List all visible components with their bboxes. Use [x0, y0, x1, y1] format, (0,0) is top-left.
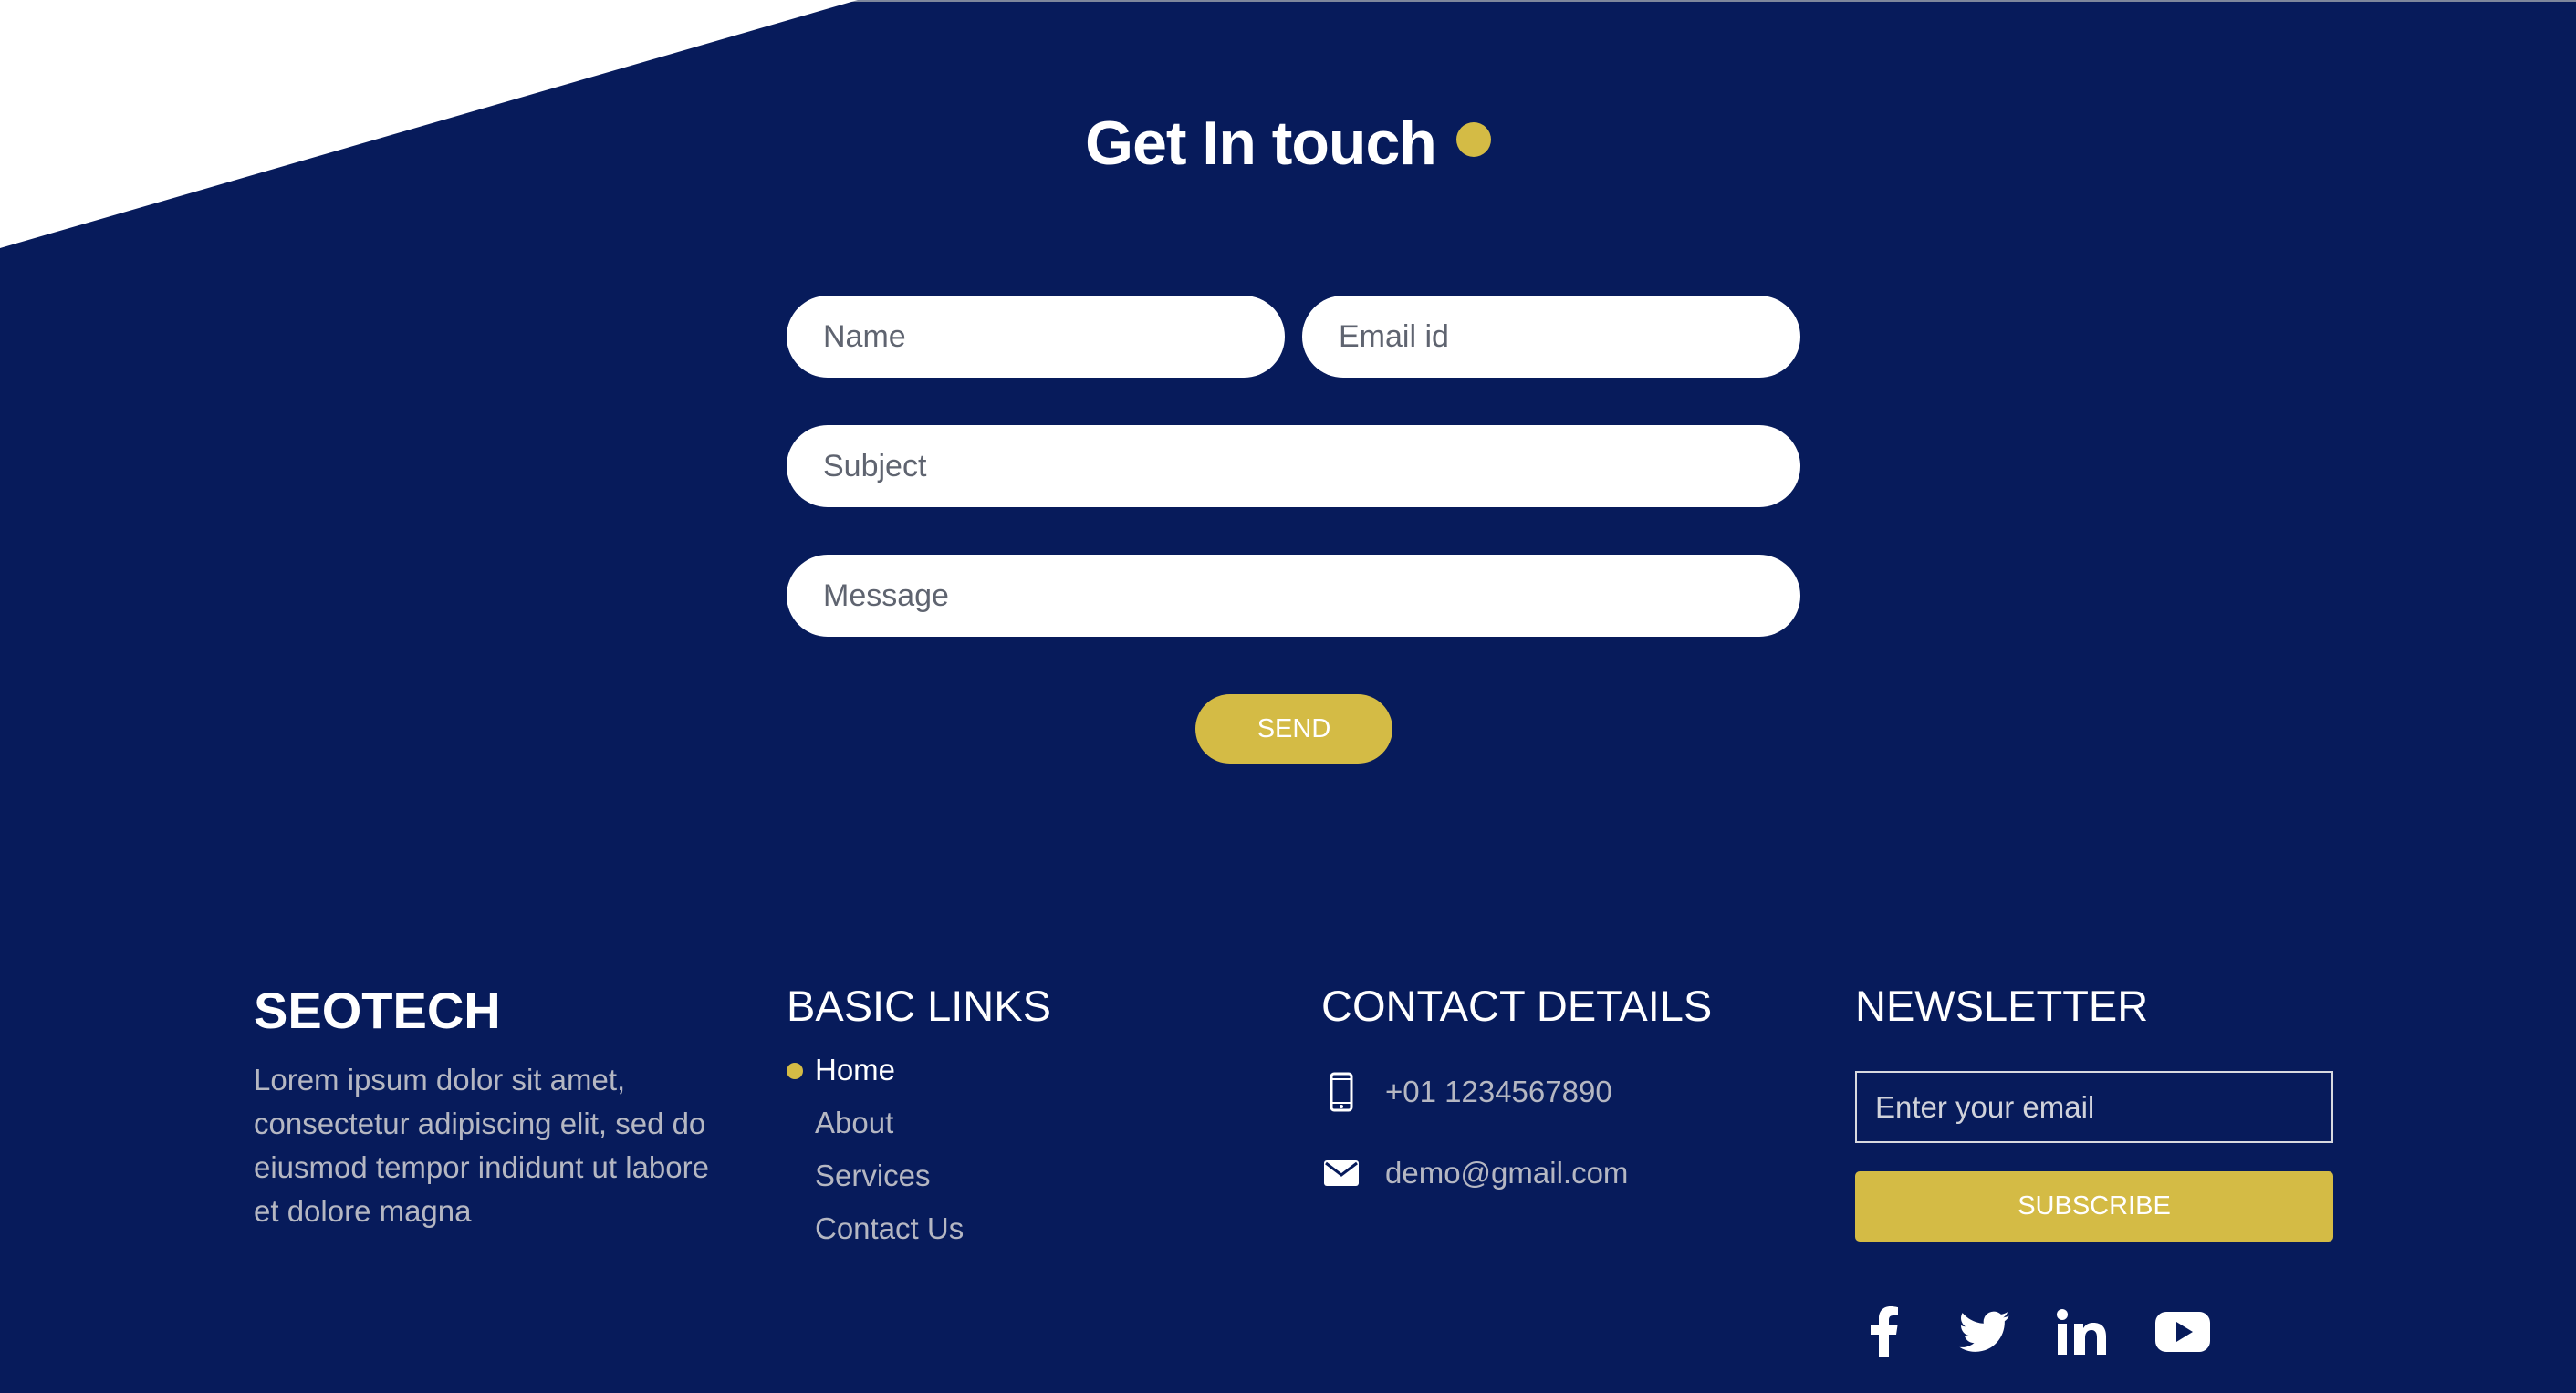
footer-about-text: Lorem ipsum dolor sit amet, consectetur … — [254, 1063, 709, 1228]
youtube-icon[interactable] — [2151, 1300, 2215, 1364]
contact-email-text: demo@gmail.com — [1385, 1156, 1629, 1190]
mobile-phone-icon — [1321, 1072, 1361, 1112]
basic-links-heading: BASIC LINKS — [787, 982, 1051, 1030]
name-input[interactable] — [787, 296, 1285, 378]
basic-links-list: Home About Services Contact Us — [787, 1049, 964, 1261]
footer-brand-logo: SEOTECH — [254, 982, 501, 1039]
footer-link-about[interactable]: About — [787, 1102, 964, 1155]
message-input[interactable] — [787, 555, 1800, 637]
envelope-icon — [1321, 1160, 1361, 1186]
newsletter-email-input[interactable] — [1855, 1071, 2333, 1143]
contact-section-heading: Get In touch — [0, 108, 2576, 179]
page-title: Get In touch — [1085, 109, 1437, 178]
footer-link-contact-us[interactable]: Contact Us — [787, 1208, 964, 1261]
twitter-icon[interactable] — [1953, 1300, 2017, 1364]
newsletter-heading: NEWSLETTER — [1855, 982, 2149, 1030]
email-input[interactable] — [1302, 296, 1800, 378]
linkedin-icon[interactable] — [2050, 1300, 2114, 1364]
contact-email[interactable]: demo@gmail.com — [1321, 1150, 1628, 1196]
contact-phone-text: +01 1234567890 — [1385, 1075, 1612, 1108]
title-accent-dot — [1455, 122, 1491, 157]
footer-link-home[interactable]: Home — [787, 1049, 964, 1102]
subscribe-button[interactable]: SUBSCRIBE — [1855, 1171, 2333, 1242]
contact-details-heading: CONTACT DETAILS — [1321, 982, 1713, 1030]
subject-input[interactable] — [787, 425, 1800, 507]
send-button[interactable]: SEND — [1195, 694, 1392, 764]
contact-phone: +01 1234567890 — [1321, 1069, 1612, 1115]
active-link-bullet — [787, 1063, 803, 1079]
footer-link-label: Contact Us — [815, 1211, 965, 1245]
footer-link-services[interactable]: Services — [787, 1155, 964, 1208]
facebook-icon[interactable] — [1852, 1300, 1916, 1364]
footer-link-label: About — [815, 1106, 894, 1139]
footer-link-label: Home — [815, 1053, 896, 1086]
footer-link-label: Services — [815, 1159, 931, 1192]
